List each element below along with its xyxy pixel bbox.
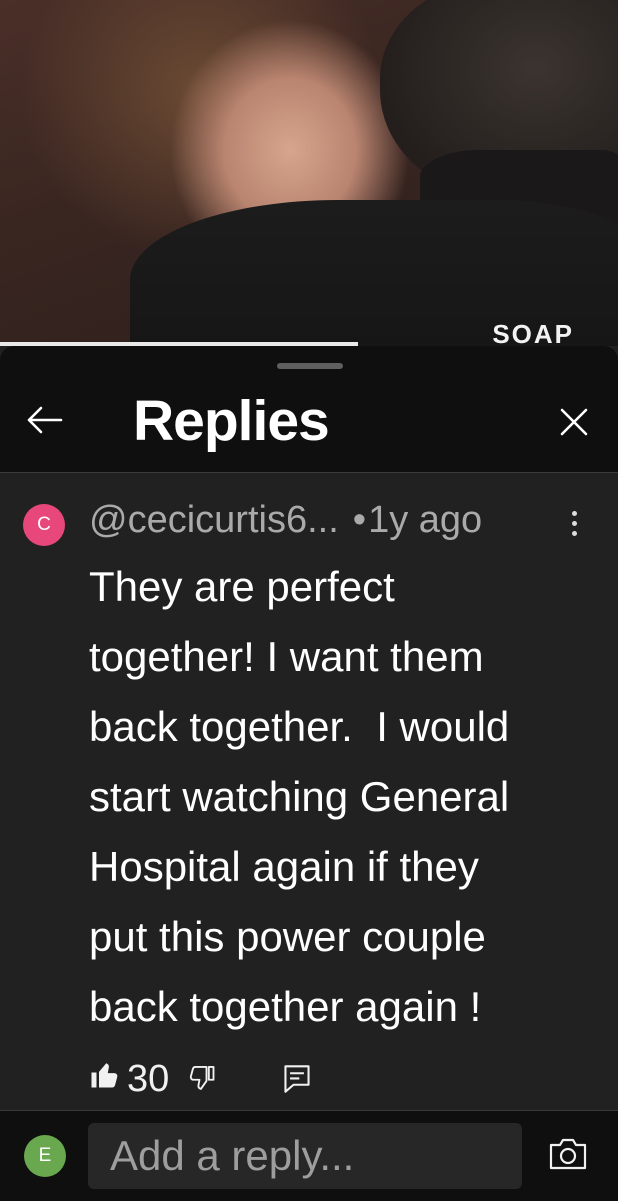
video-player[interactable]: SOAP [0, 0, 618, 346]
replies-header: Replies [0, 346, 618, 473]
video-watermark: SOAP [492, 319, 574, 346]
user-avatar[interactable]: E [24, 1135, 66, 1177]
like-count: 30 [127, 1058, 170, 1100]
reply-input[interactable] [88, 1123, 522, 1189]
comment-text: They are perfect together! I want them b… [89, 563, 510, 1030]
dislike-icon [189, 1065, 215, 1090]
like-icon [91, 1063, 118, 1088]
reply-icon [284, 1065, 310, 1093]
arrow-left-icon [27, 406, 63, 434]
back-button[interactable] [22, 398, 66, 442]
more-vertical-icon [571, 510, 577, 516]
reply-button[interactable] [283, 1064, 311, 1099]
page-title: Replies [133, 389, 330, 453]
reply-footer: E [0, 1110, 618, 1201]
camera-button[interactable] [548, 1137, 588, 1176]
meta-separator: • [352, 499, 367, 541]
avatar[interactable]: C [23, 504, 65, 546]
comment-meta: @cecicurtis6... •1y ago [89, 499, 482, 542]
comment-author[interactable]: @cecicurtis6... [89, 499, 339, 541]
more-options-button[interactable] [560, 505, 588, 541]
camera-icon [549, 1138, 587, 1170]
comment-time: 1y ago [368, 499, 483, 541]
like-button[interactable] [89, 1060, 119, 1095]
drag-handle[interactable] [277, 363, 343, 369]
close-button[interactable] [550, 398, 598, 446]
close-icon [560, 408, 588, 436]
dislike-button[interactable] [189, 1064, 217, 1097]
